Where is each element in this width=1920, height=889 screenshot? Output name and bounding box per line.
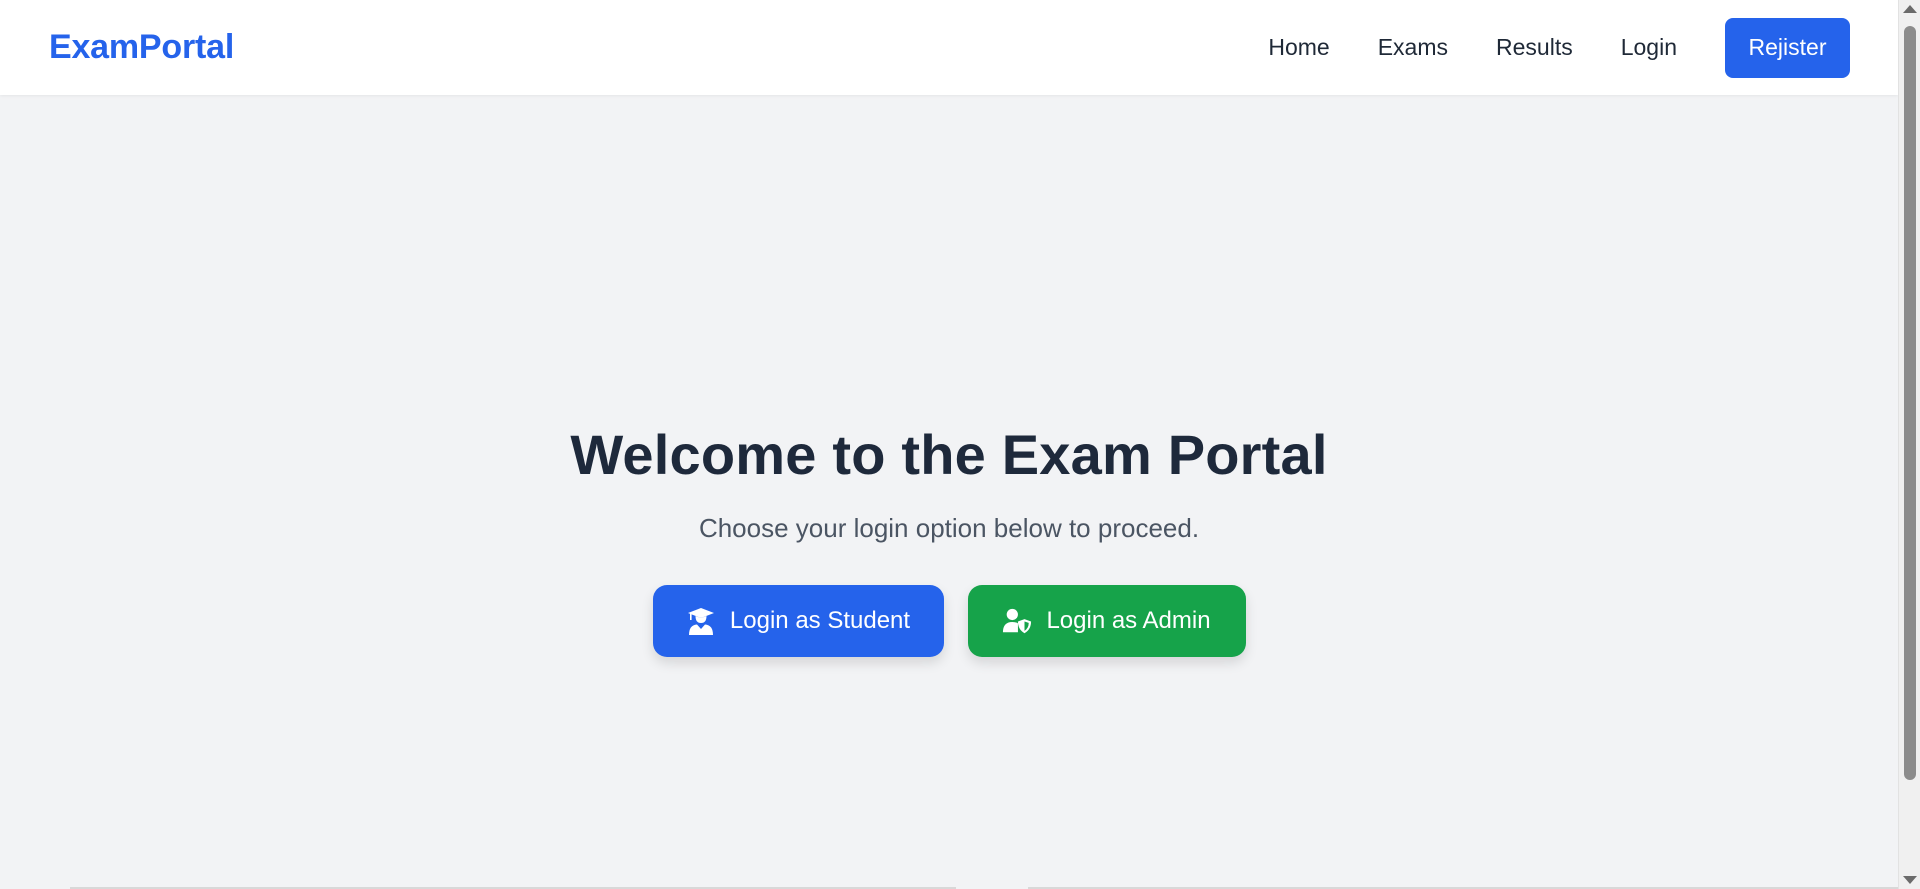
register-button[interactable]: Rejister <box>1725 17 1850 78</box>
hero-section: Welcome to the Exam Portal Choose your l… <box>0 95 1898 889</box>
scrollbar-thumb[interactable] <box>1904 26 1916 780</box>
page-title: Welcome to the Exam Portal <box>570 423 1328 486</box>
navbar: ExamPortal Home Exams Results Login Reji… <box>0 0 1898 95</box>
nav-results-link[interactable]: Results <box>1496 34 1573 61</box>
login-student-button[interactable]: Login as Student <box>652 585 944 657</box>
login-admin-label: Login as Admin <box>1046 607 1211 634</box>
nav-login-link[interactable]: Login <box>1621 34 1677 61</box>
nav-exams-link[interactable]: Exams <box>1378 34 1448 61</box>
scroll-up-arrow-icon[interactable] <box>1903 5 1917 13</box>
page-subtitle: Choose your login option below to procee… <box>698 513 1200 543</box>
vertical-scrollbar[interactable] <box>1898 0 1920 889</box>
nav-home-link[interactable]: Home <box>1268 34 1329 61</box>
nav-links: Home Exams Results Login Rejister <box>1220 17 1850 78</box>
user-shield-icon <box>1002 606 1032 636</box>
login-admin-button[interactable]: Login as Admin <box>967 585 1246 657</box>
student-graduate-icon <box>686 606 716 636</box>
brand-logo[interactable]: ExamPortal <box>49 28 234 67</box>
login-options: Login as Student Login as Admin <box>0 585 1898 657</box>
page: ExamPortal Home Exams Results Login Reji… <box>0 0 1920 889</box>
scroll-down-arrow-icon[interactable] <box>1903 876 1917 884</box>
login-student-label: Login as Student <box>729 607 911 634</box>
